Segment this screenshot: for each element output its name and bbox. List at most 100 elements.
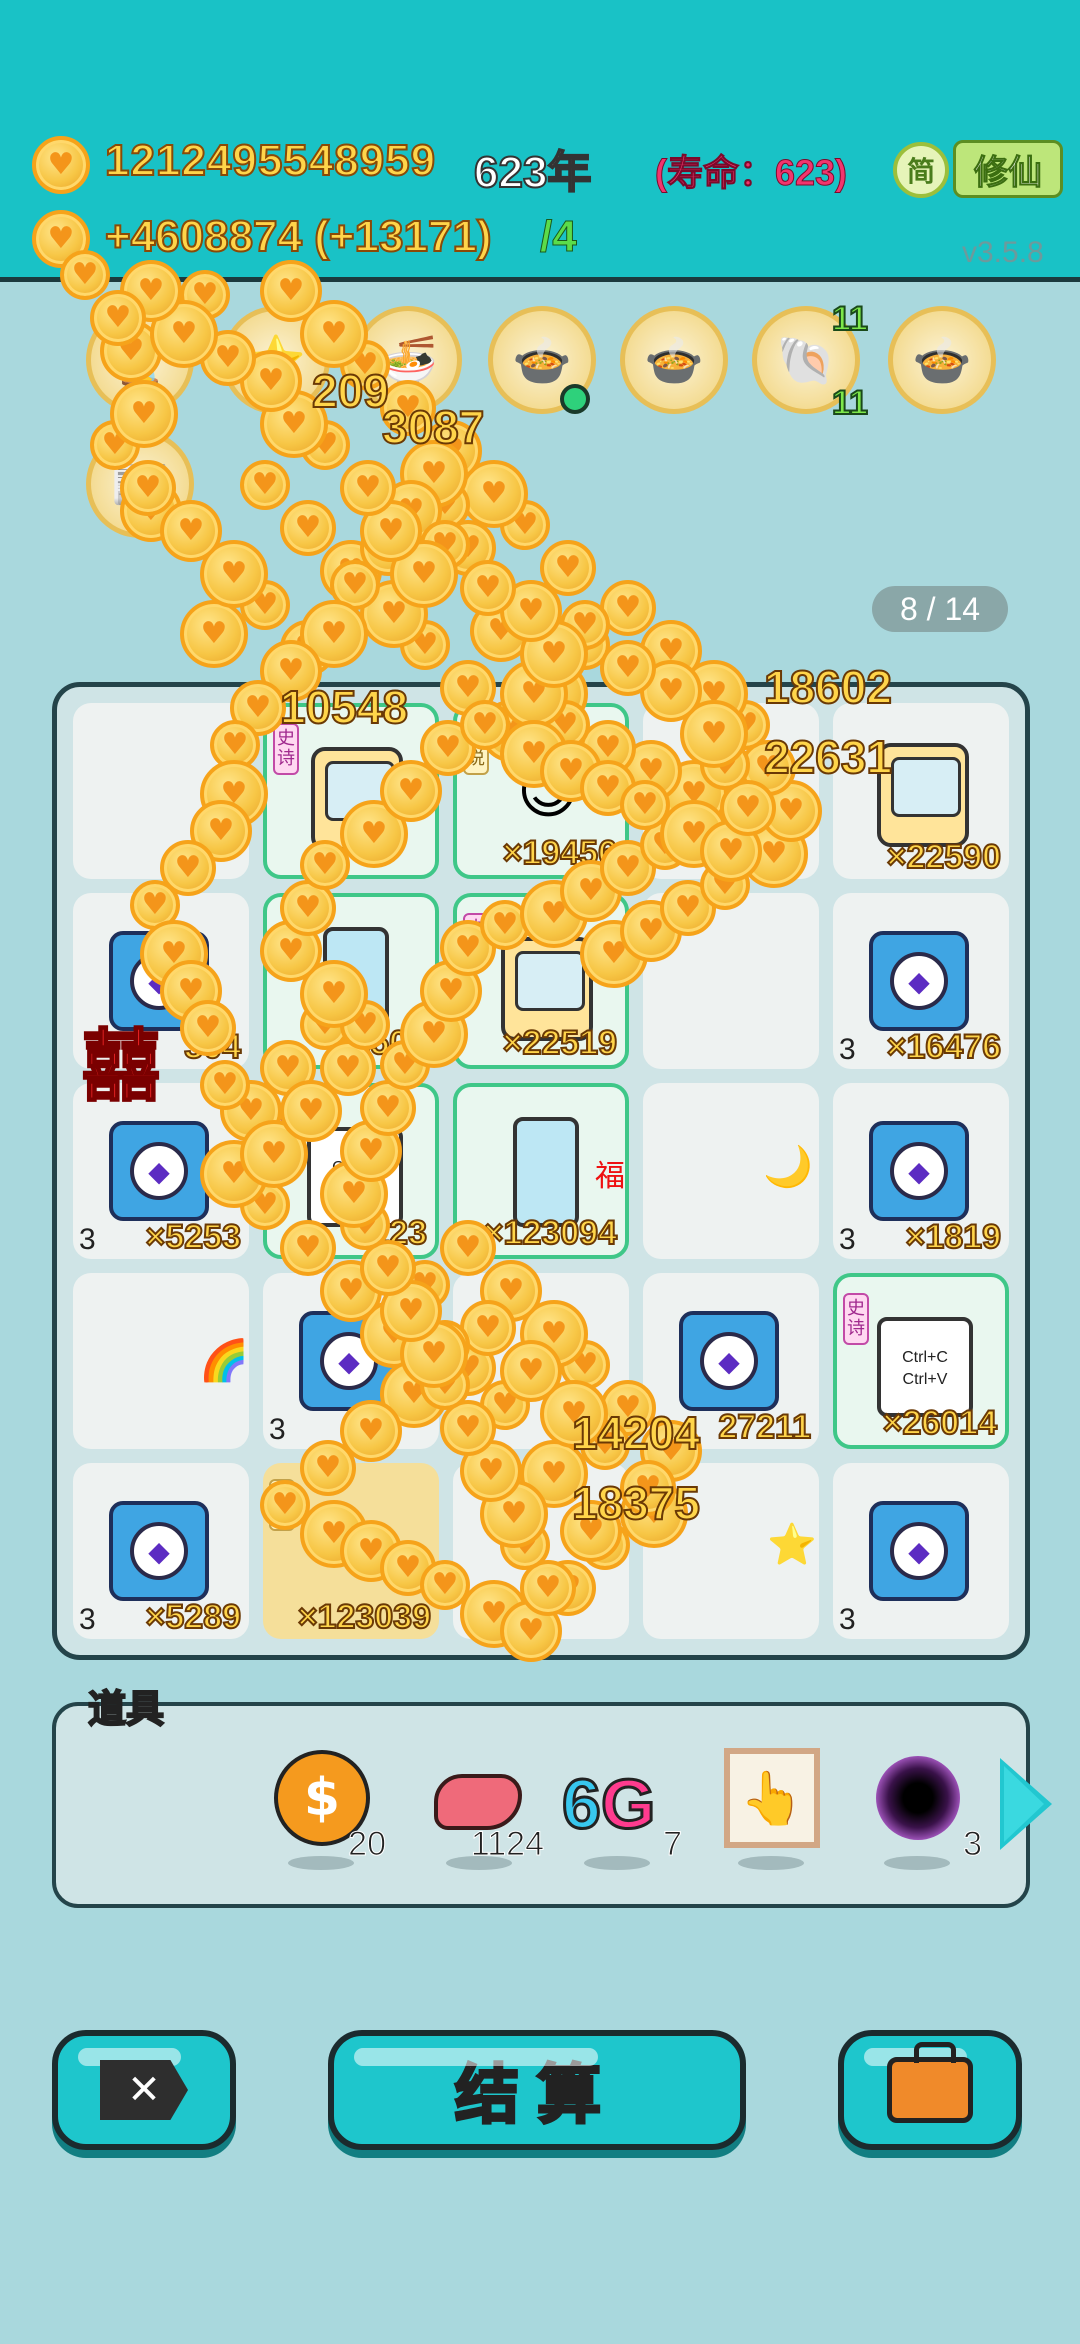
prop-count: 3 [963, 1825, 983, 1864]
version-label: v3.5.8 [962, 236, 1044, 269]
flying-coin-icon [200, 540, 268, 608]
figure-icon: 😊 [517, 757, 580, 827]
cell-quantity: ×5289 [145, 1597, 242, 1637]
board-cell[interactable]: 传说 😊 ×19456 [453, 703, 629, 879]
board-cell[interactable]: 🌈 [73, 1273, 249, 1449]
relic-count-bottom: 11 [831, 383, 869, 423]
cell-level: 3 [269, 1413, 286, 1446]
cell-quantity: 27211 [717, 1407, 812, 1447]
xiuxian-button[interactable]: 修仙 [953, 140, 1063, 198]
copy-paste-card: Ctrl+C Ctrl+V [877, 1317, 973, 1417]
close-icon: ✕ [100, 2060, 188, 2120]
lifespan-label: (寿命：623) [654, 152, 848, 194]
relic-slot[interactable]: 📰 [86, 430, 194, 538]
board-cell[interactable]: 史诗 Ctrl+C Ctrl+V ×26014 [833, 1273, 1009, 1449]
board-cell[interactable]: 史诗 [263, 703, 439, 879]
liver-icon [434, 1774, 522, 1830]
board-cell[interactable]: 22504 [263, 893, 439, 1069]
board-cell[interactable] [643, 893, 819, 1069]
stopwatch-icon: ◆ [679, 1311, 779, 1411]
flying-coin-icon [300, 420, 350, 470]
board-cell[interactable]: 史诗 Ctrl+C Ctrl+V ×123 [263, 1083, 439, 1259]
relic-slot[interactable]: 🍲 [888, 306, 996, 414]
prop-count: 20 [348, 1825, 387, 1864]
board-cell[interactable]: ◆ 3 ×1819 [833, 1083, 1009, 1259]
cell-quantity: ×16476 [886, 1027, 1002, 1067]
year-counter: 623年 [473, 147, 592, 198]
cell-quantity: 22504 [331, 1023, 428, 1063]
settle-button[interactable]: 结算 [328, 2030, 746, 2150]
flying-coin-icon [600, 580, 656, 636]
board-cell[interactable]: ⭐ [643, 1463, 819, 1639]
board-cell[interactable]: ◆ 3 [833, 1463, 1009, 1639]
flying-coin-icon [280, 500, 336, 556]
board-cell[interactable]: 🌙 [643, 1083, 819, 1259]
prop-liver[interactable]: 1124 [424, 1744, 545, 1870]
board-cell[interactable]: 飞升 🍉 ×123039 [263, 1463, 439, 1639]
board-cell[interactable]: ◆ 福 3 ×5253 [73, 1083, 249, 1259]
briefcase-icon [887, 2042, 973, 2123]
stopwatch-icon: ◆ [109, 931, 209, 1031]
next-arrow-icon[interactable] [1000, 1758, 1052, 1850]
prop-black-hole[interactable]: 3 [862, 1744, 982, 1870]
cell-level: 3 [79, 1603, 96, 1636]
cell-quantity: 304 [183, 1027, 242, 1067]
income-rate: +4608874 (+13171) [104, 211, 493, 262]
prop-dollar[interactable]: $ 20 [266, 1744, 386, 1870]
board-cell[interactable]: ◆ 304 [73, 893, 249, 1069]
prop-count: 7 [663, 1825, 683, 1864]
flying-coin-icon [460, 460, 528, 528]
copy-paste-card: Ctrl+C Ctrl+V [307, 1127, 403, 1227]
board-cell[interactable]: 史诗 ×22519 [453, 893, 629, 1069]
board-cell[interactable] [453, 1463, 629, 1639]
board-cell[interactable]: ◆ 27211 [643, 1273, 819, 1449]
board-cell[interactable]: 福 ×123094 [453, 1083, 629, 1259]
stopwatch-icon: ◆ [109, 1501, 209, 1601]
language-button[interactable]: 简 [893, 142, 949, 198]
board-cell[interactable]: ×22590 [833, 703, 1009, 879]
bag-button[interactable] [838, 2030, 1022, 2150]
cell-quantity: ×19456 [502, 833, 618, 873]
cell-level: 3 [79, 1223, 96, 1256]
prop-count: 1124 [470, 1825, 544, 1864]
flying-coin-icon [640, 620, 702, 682]
board-cell[interactable]: ◆ 3 [263, 1273, 439, 1449]
flying-coin-icon [240, 460, 290, 510]
flying-coin-icon [540, 540, 596, 596]
rarity-tag: 史诗 [273, 723, 299, 775]
board-cell[interactable] [453, 1273, 629, 1449]
props-panel: $ 20 1124 6G 7 👆 3 [52, 1702, 1030, 1908]
rarity-tag: 史诗 [273, 1103, 299, 1155]
relic-slot[interactable]: ⏳ [86, 306, 194, 414]
flying-coin-icon [320, 540, 382, 602]
board-cell[interactable] [73, 703, 249, 879]
prop-pointer[interactable]: 👆 [716, 1744, 826, 1870]
flying-coin-icon [240, 580, 290, 630]
stopwatch-icon: ◆ [299, 1311, 399, 1411]
stopwatch-icon: ◆ [869, 1501, 969, 1601]
relic-slot[interactable]: 🍲 [620, 306, 728, 414]
relic-slot[interactable]: 🍜 [354, 306, 462, 414]
fu-icon: 福 [595, 1159, 625, 1194]
flying-coin-icon [380, 480, 442, 542]
board-cell[interactable] [643, 703, 819, 879]
cell-level: 3 [839, 1223, 856, 1256]
flying-coin-icon [360, 520, 416, 576]
flying-coin-icon [440, 520, 496, 576]
income-extra: /4 [540, 212, 578, 262]
stopwatch-icon: ◆ [109, 1121, 209, 1221]
rarity-tag: 飞升 [269, 1479, 295, 1531]
flying-coin-icon [500, 500, 550, 550]
prop-6g[interactable]: 6G 7 [561, 1744, 682, 1870]
flying-coin-icon [560, 600, 610, 650]
rarity-tag: 传说 [463, 723, 489, 775]
relic-slot[interactable]: ⭐ [222, 306, 330, 414]
coin-icon [32, 210, 90, 268]
board-cell[interactable]: ◆ 3 ×16476 [833, 893, 1009, 1069]
board-cell[interactable]: ◆ 3 ×5289 [73, 1463, 249, 1639]
stopwatch-icon: ◆ [869, 931, 969, 1031]
flying-coin-icon [560, 620, 610, 670]
rarity-tag: 史诗 [843, 1293, 869, 1345]
close-button[interactable]: ✕ [52, 2030, 236, 2150]
cell-quantity: ×22519 [502, 1023, 618, 1063]
